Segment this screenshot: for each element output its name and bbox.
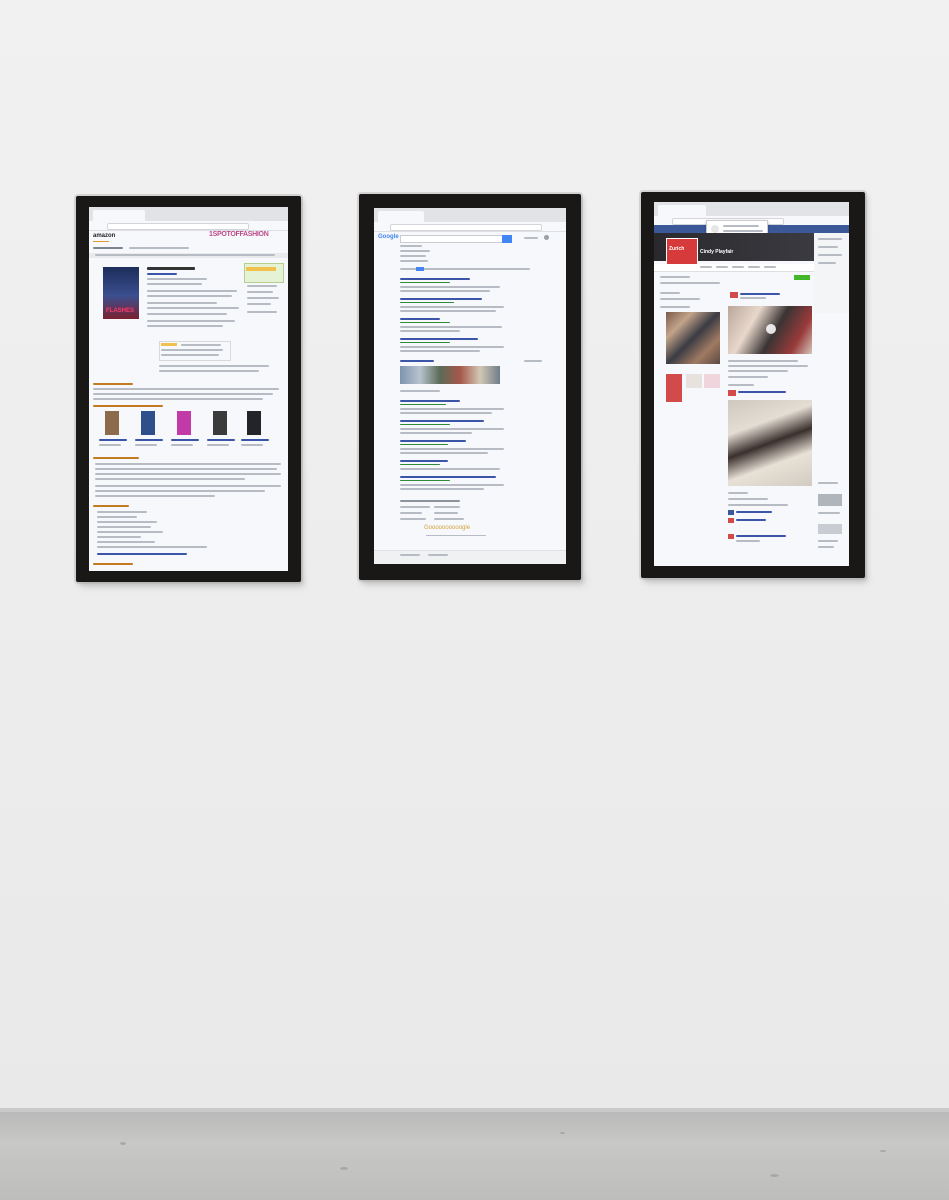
screen-google-results: Google Goooooooooogle xyxy=(374,208,566,564)
search-button xyxy=(502,235,512,243)
browser-urlbar xyxy=(374,222,566,232)
screen-amazon-page: amazon 1SPOTOFFASHION FLASHES xyxy=(89,207,288,571)
browser-tabbar xyxy=(654,202,849,217)
monitor-right: Zurich Cindy Playfair xyxy=(641,192,865,578)
profile-cover-word: Zurich xyxy=(669,246,685,252)
screen-facebook-profile: Zurich Cindy Playfair xyxy=(654,202,849,566)
concrete-floor xyxy=(0,1112,949,1200)
fashion-ad-banner: 1SPOTOFFASHION xyxy=(209,231,269,238)
amazon-logo: amazon xyxy=(93,233,116,239)
image-results-strip xyxy=(400,366,500,384)
browser-tabbar xyxy=(89,207,288,222)
post-photo-couple xyxy=(728,306,812,354)
browser-tabbar xyxy=(374,208,566,223)
google-logo: Google xyxy=(378,234,399,240)
poster-title: FLASHES xyxy=(106,308,135,314)
profile-picture: Zurich xyxy=(666,238,698,266)
post-photo-embrace xyxy=(728,400,812,486)
friends-photo-grid xyxy=(666,312,720,364)
profile-name: Cindy Playfair xyxy=(700,249,734,255)
buy-box xyxy=(244,263,284,283)
monitor-left: amazon 1SPOTOFFASHION FLASHES xyxy=(76,196,301,582)
monitor-middle: Google Goooooooooogle xyxy=(359,194,581,580)
google-pagination-logo: Goooooooooogle xyxy=(424,525,471,531)
movie-poster-image: FLASHES xyxy=(103,267,139,319)
search-box xyxy=(400,235,504,243)
browser-urlbar xyxy=(89,221,288,231)
